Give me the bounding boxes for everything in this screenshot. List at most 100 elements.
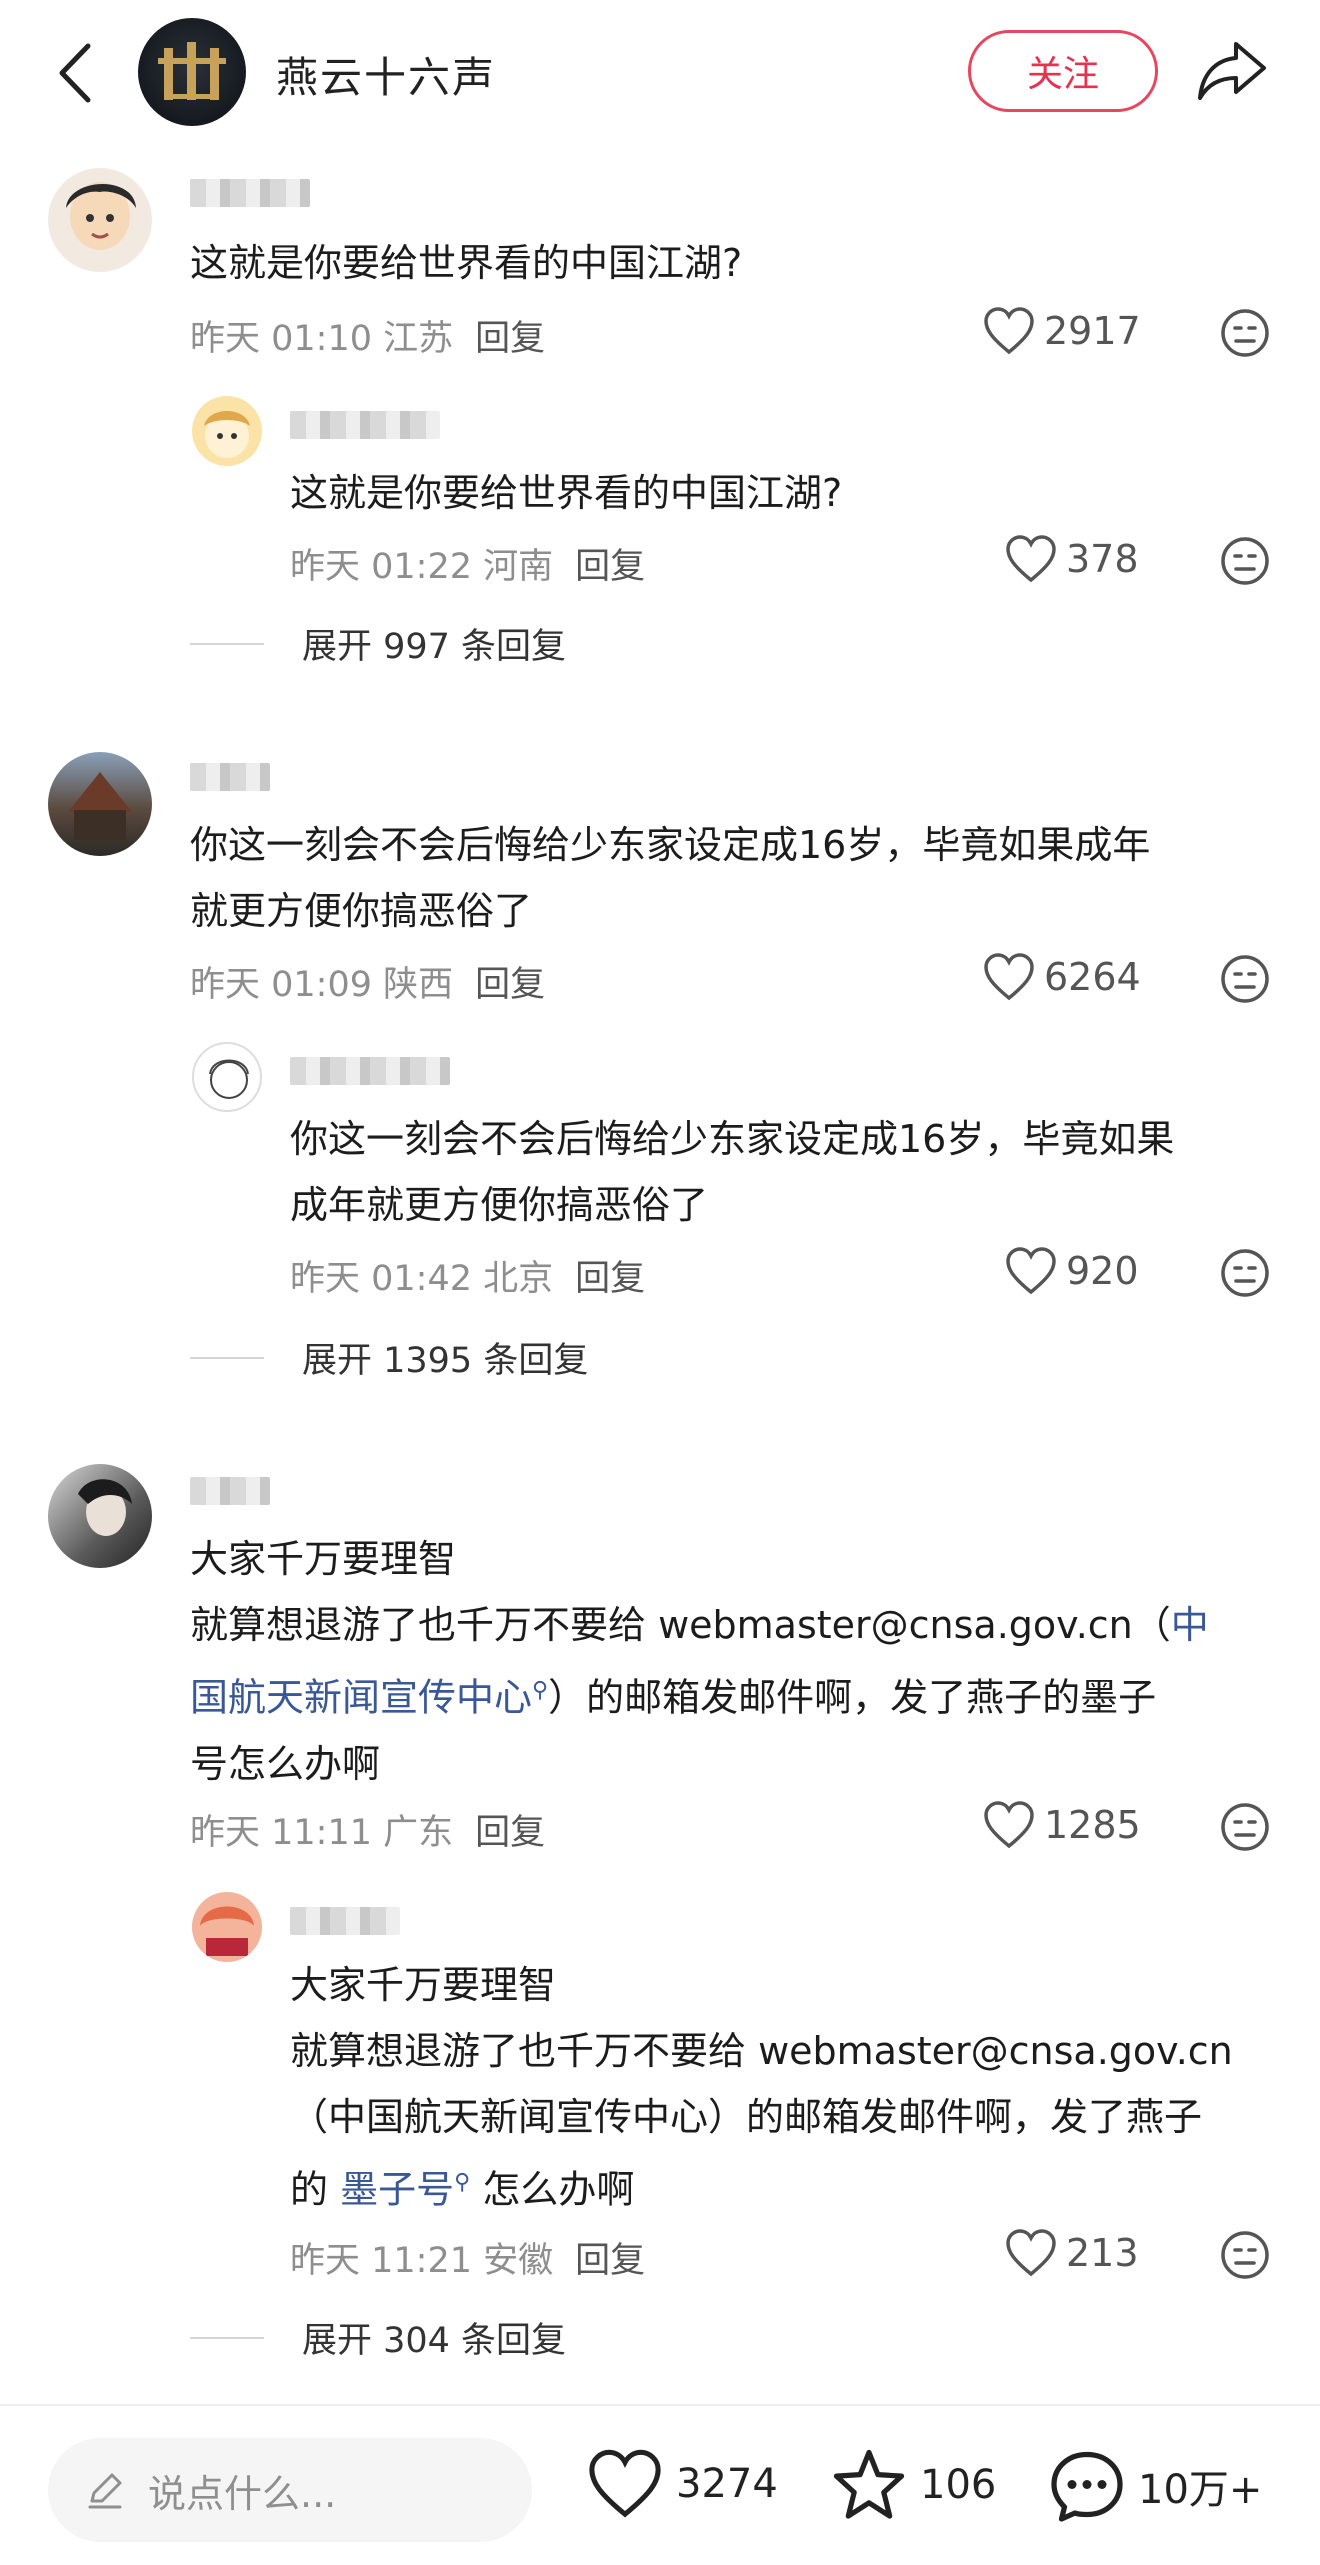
text-segment: 怎么办啊 (470, 2167, 635, 2212)
like-button[interactable]: 378 (1004, 534, 1139, 584)
like-post-button[interactable]: 3274 (586, 2448, 778, 2520)
username[interactable] (190, 756, 270, 794)
expand-label: 展开 1395 条回复 (302, 1341, 589, 1381)
time-location: 昨天 01:09 陕西 (190, 965, 454, 1005)
reaction-emoji-icon[interactable] (1220, 954, 1270, 1004)
time-location: 昨天 11:11 广东 (190, 1813, 454, 1853)
search-icon[interactable]: ⚲ (532, 1678, 548, 1703)
post-like-count: 3274 (676, 2461, 778, 2507)
cartoon-avatar-icon (204, 411, 250, 458)
time-location: 昨天 01:22 河南 (290, 547, 554, 587)
cartoon-avatar-icon (66, 182, 136, 250)
expand-replies-button[interactable]: 展开 1395 条回复 (190, 1332, 588, 1383)
like-button[interactable]: 213 (1004, 2228, 1139, 2278)
chat-bubble-icon (1051, 2451, 1123, 2522)
like-count: 378 (1066, 537, 1139, 581)
reply-text: 这就是你要给世界看的中国江湖? (290, 471, 843, 515)
divider-line (190, 1356, 264, 1359)
back-arrow-icon[interactable] (50, 38, 100, 108)
photo-avatar-icon (68, 772, 132, 840)
favorite-button[interactable]: 106 (830, 2448, 996, 2522)
reply-button[interactable]: 回复 (475, 1813, 545, 1853)
reply-text: 你这一刻会不会后悔给少东家设定成16岁，毕竟如果 成年就更方便你搞恶俗了 (290, 1106, 1174, 1238)
account-title: 燕云十六声 (276, 53, 497, 102)
comment-text-line: 就算想退游了也千万不要给 webmaster@cnsa.gov.cn（中 (190, 1592, 1209, 1658)
reply-meta: 昨天 11:21 安徽 回复 (290, 2232, 645, 2283)
comment-text-line: 你这一刻会不会后悔给少东家设定成16岁，毕竟如果成年 (190, 823, 1151, 867)
reply-text-line: （中国航天新闻宣传中心）的邮箱发邮件啊，发了燕子 (290, 2095, 1203, 2139)
avatar[interactable] (48, 1464, 152, 1568)
reply-text-line: 成年就更方便你搞恶俗了 (290, 1183, 709, 1227)
like-button[interactable]: 6264 (982, 952, 1141, 1002)
username[interactable] (290, 404, 440, 442)
search-link[interactable]: 墨子号 (340, 2168, 454, 2212)
comment-text: 大家千万要理智 就算想退游了也千万不要给 webmaster@cnsa.gov.… (190, 1526, 1209, 1797)
expand-replies-button[interactable]: 展开 304 条回复 (190, 2312, 566, 2363)
heart-icon (984, 953, 1034, 1001)
reply-button[interactable]: 回复 (475, 965, 545, 1005)
reaction-emoji-icon[interactable] (1220, 2230, 1270, 2280)
text-segment: ）的邮箱发邮件啊，发了燕子的墨子 (548, 1675, 1157, 1720)
comment-text-line: 号怎么办啊 (190, 1741, 381, 1786)
divider-line (190, 642, 264, 645)
comment-text-line: 就更方便你搞恶俗了 (190, 889, 533, 933)
comment-input-placeholder: 说点什么... (148, 2471, 337, 2516)
comment-count: 10万+ (1138, 2467, 1263, 2513)
heart-icon (589, 2449, 661, 2518)
like-count: 2917 (1044, 309, 1141, 353)
reaction-emoji-icon[interactable] (1220, 308, 1270, 358)
text-segment: 的 (290, 2167, 341, 2212)
like-button[interactable]: 1285 (982, 1800, 1141, 1850)
comment-input[interactable]: 说点什么... (48, 2438, 532, 2542)
star-icon (833, 2449, 905, 2519)
reply-text-line: 你这一刻会不会后悔给少东家设定成16岁，毕竟如果 (290, 1117, 1175, 1161)
game-logo-icon (158, 42, 226, 100)
reaction-emoji-icon[interactable] (1220, 536, 1270, 586)
favorite-count: 106 (920, 2462, 997, 2508)
like-button[interactable]: 920 (1004, 1246, 1139, 1296)
username[interactable] (190, 172, 310, 210)
reply-avatar[interactable] (192, 396, 262, 466)
username[interactable] (290, 1050, 450, 1088)
reply-avatar[interactable] (192, 1042, 262, 1112)
comment-text-line: 大家千万要理智 (190, 1537, 457, 1581)
comment-meta: 昨天 01:09 陕西 回复 (190, 956, 545, 1007)
search-link[interactable]: 国航天新闻宣传中心 (190, 1676, 532, 1720)
text-segment: 就算想退游了也千万不要给 webmaster@cnsa.gov.cn（ (190, 1603, 1171, 1647)
reply-button[interactable]: 回复 (475, 319, 545, 359)
like-button[interactable]: 2917 (982, 306, 1141, 356)
expand-replies-button[interactable]: 展开 997 条回复 (190, 618, 566, 669)
comment-text: 这就是你要给世界看的中国江湖? (190, 241, 743, 285)
like-count: 213 (1066, 2231, 1139, 2275)
comments-button[interactable]: 10万+ (1048, 2448, 1262, 2524)
sketch-avatar-icon (209, 1059, 249, 1099)
expand-label: 展开 304 条回复 (302, 2321, 567, 2361)
username[interactable] (190, 1470, 270, 1508)
reply-button[interactable]: 回复 (575, 1259, 645, 1299)
pencil-icon (88, 2473, 122, 2509)
reply-button[interactable]: 回复 (575, 547, 645, 587)
reply-avatar[interactable] (192, 1892, 262, 1962)
comment-text-line: 国航天新闻宣传中心⚲）的邮箱发邮件啊，发了燕子的墨子 (190, 1658, 1209, 1731)
avatar[interactable] (48, 752, 152, 856)
follow-button[interactable]: 关注 (968, 30, 1158, 112)
photo-avatar-icon (78, 1479, 132, 1536)
account-avatar[interactable] (138, 18, 246, 126)
reply-text-line: 大家千万要理智 (290, 1963, 557, 2007)
avatar[interactable] (48, 168, 152, 272)
username[interactable] (290, 1900, 400, 1938)
reply-button[interactable]: 回复 (575, 2241, 645, 2281)
time-location: 昨天 11:21 安徽 (290, 2241, 554, 2281)
heart-icon (984, 1801, 1034, 1849)
reaction-emoji-icon[interactable] (1220, 1802, 1270, 1852)
reaction-emoji-icon[interactable] (1220, 1248, 1270, 1298)
heart-icon (1006, 1247, 1056, 1295)
search-link[interactable]: 中 (1171, 1603, 1209, 1647)
search-icon[interactable]: ⚲ (454, 2170, 470, 2195)
heart-icon (1006, 535, 1056, 583)
comment-text: 你这一刻会不会后悔给少东家设定成16岁，毕竟如果成年 就更方便你搞恶俗了 (190, 812, 1150, 944)
share-icon[interactable] (1196, 38, 1268, 104)
time-location: 昨天 01:42 北京 (290, 1259, 554, 1299)
divider-line (190, 2336, 264, 2339)
bottom-action-bar: 说点什么... 3274 106 10万+ (0, 2404, 1320, 2565)
